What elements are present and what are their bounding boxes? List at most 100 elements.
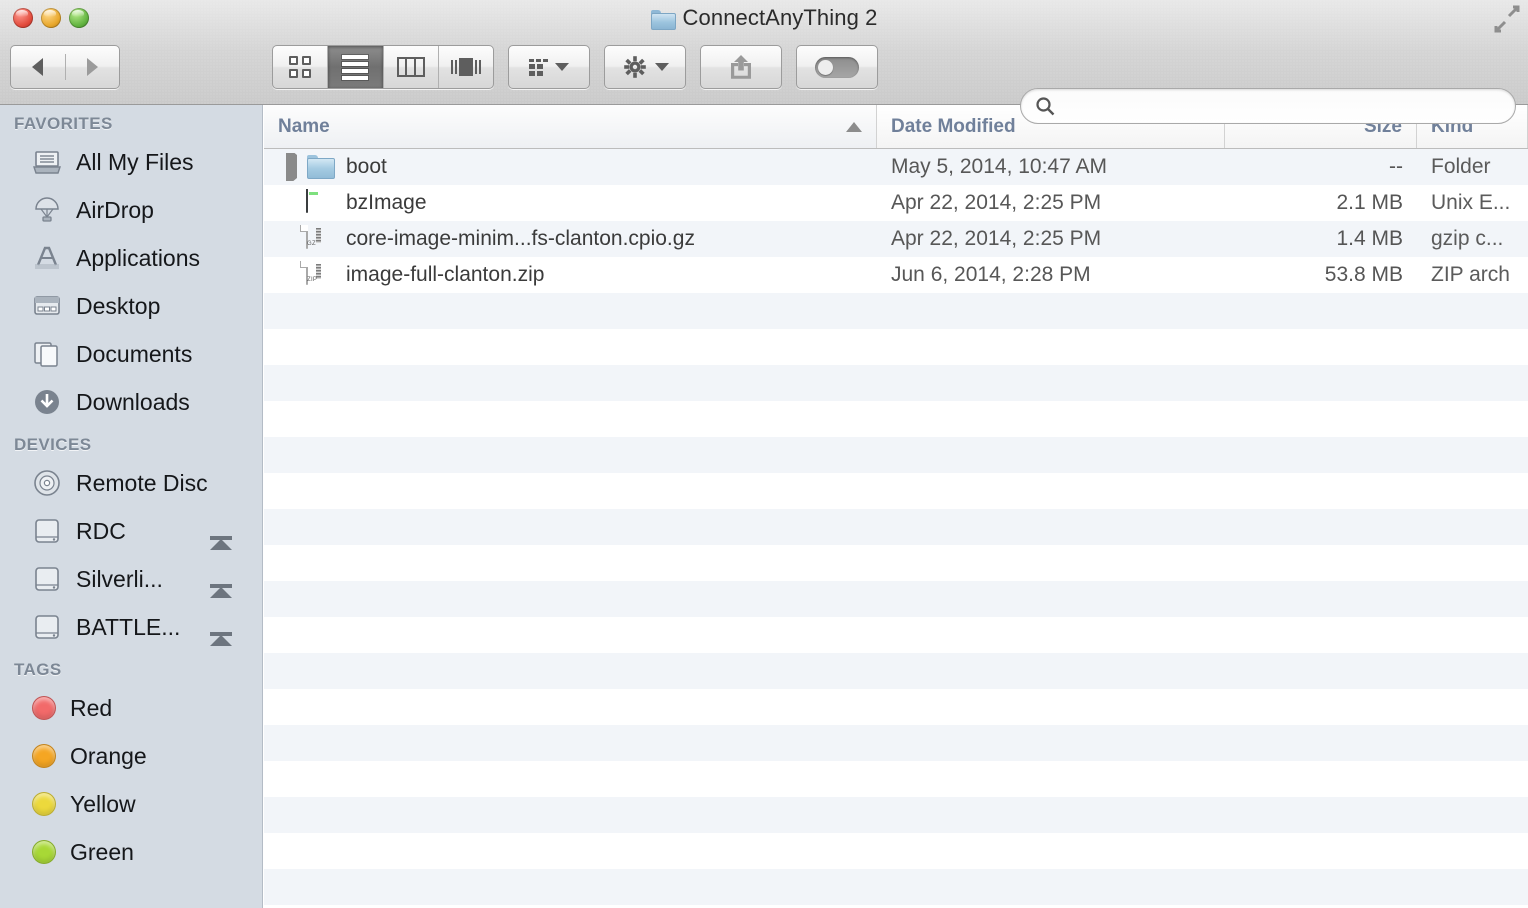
sidebar-item-label: All My Files: [76, 148, 194, 175]
sidebar-item-green[interactable]: Green: [0, 828, 262, 876]
empty-row: [264, 725, 1528, 761]
size-cell: --: [1389, 155, 1403, 178]
sidebar-item-label: Yellow: [70, 790, 136, 817]
sidebar-section-header: FAVORITES: [14, 114, 113, 133]
file-name-cell: GZ core-image-minim...fs-clanton.cpio.gz: [264, 225, 877, 253]
empty-row: [264, 509, 1528, 545]
columns-icon: [396, 57, 425, 77]
sidebar-item-label: Red: [70, 694, 113, 721]
arrange-button[interactable]: [508, 45, 590, 89]
file-name-label: boot: [346, 155, 387, 178]
icon-view-button[interactable]: [273, 46, 329, 88]
search-input[interactable]: [1063, 97, 1501, 115]
kind-cell: gzip c...: [1431, 227, 1504, 250]
sidebar-item-desktop[interactable]: Desktop: [0, 282, 262, 330]
fullscreen-expand-icon[interactable]: [1492, 4, 1522, 34]
sidebar-item-label: BATTLE...: [76, 613, 181, 640]
optical-disc-icon: [32, 468, 62, 498]
back-button[interactable]: [11, 46, 65, 88]
table-row[interactable]: boot May 5, 2014, 10:47 AM -- Folder: [264, 149, 1528, 185]
zip-archive-icon: ZIP: [300, 261, 334, 289]
window-title: ConnectAnyThing 2: [0, 5, 1528, 31]
sidebar-section-header: DEVICES: [14, 435, 92, 454]
search-field[interactable]: [1020, 88, 1516, 124]
list-view-button[interactable]: [328, 46, 384, 88]
chevron-down-icon: [555, 63, 569, 71]
empty-row: [264, 365, 1528, 401]
file-name-label: bzImage: [346, 191, 427, 214]
grid-icon: [289, 56, 312, 78]
sidebar[interactable]: FAVORITES All My Files AirDrop Applications…: [0, 105, 263, 908]
empty-row: [264, 401, 1528, 437]
file-name-cell: boot: [264, 153, 877, 181]
sidebar-item-label: AirDrop: [76, 196, 154, 223]
sidebar-item-label: Remote Disc: [76, 469, 208, 496]
sidebar-item-documents[interactable]: Documents: [0, 330, 262, 378]
sidebar-item-yellow[interactable]: Yellow: [0, 780, 262, 828]
tag-dot-icon: [32, 696, 56, 720]
file-name-label: image-full-clanton.zip: [346, 263, 545, 286]
downloads-icon: [32, 387, 62, 417]
chevron-right-icon: [86, 58, 98, 76]
table-row[interactable]: GZ core-image-minim...fs-clanton.cpio.gz A…: [264, 221, 1528, 257]
sidebar-item-silverli[interactable]: Silverli...: [0, 555, 262, 603]
all-my-files-icon: [32, 147, 62, 177]
kind-cell: Folder: [1431, 155, 1491, 178]
kind-cell: Unix E...: [1431, 191, 1511, 214]
desktop-icon: [32, 291, 62, 321]
empty-row: [264, 545, 1528, 581]
sidebar-item-remote-disc[interactable]: Remote Disc: [0, 459, 262, 507]
edit-tags-button[interactable]: [796, 45, 878, 89]
empty-row: [264, 617, 1528, 653]
airdrop-icon: [32, 195, 62, 225]
sidebar-item-rdc[interactable]: RDC: [0, 507, 262, 555]
sidebar-item-orange[interactable]: Orange: [0, 732, 262, 780]
sidebar-item-label: Desktop: [76, 292, 161, 319]
empty-row: [264, 797, 1528, 833]
empty-row: [264, 437, 1528, 473]
sidebar-item-downloads[interactable]: Downloads: [0, 378, 262, 426]
column-header-name[interactable]: Name: [264, 105, 877, 148]
sidebar-item-airdrop[interactable]: AirDrop: [0, 186, 262, 234]
hard-drive-icon: [32, 564, 62, 594]
hard-drive-icon: [32, 612, 62, 642]
size-cell: 2.1 MB: [1336, 191, 1403, 214]
sidebar-item-applications[interactable]: Applications: [0, 234, 262, 282]
table-row[interactable]: ZIP image-full-clanton.zip Jun 6, 2014, 2:…: [264, 257, 1528, 293]
minimize-button[interactable]: [41, 8, 61, 28]
coverflow-view-button[interactable]: [439, 46, 493, 88]
eject-icon[interactable]: [210, 570, 232, 598]
hard-drive-icon: [32, 516, 62, 546]
date-modified-cell: Apr 22, 2014, 2:25 PM: [891, 191, 1102, 214]
file-name-cell: bzImage: [264, 189, 877, 217]
share-icon: [731, 55, 751, 79]
sort-ascending-icon: [846, 121, 862, 132]
share-button[interactable]: [700, 45, 782, 89]
column-view-button[interactable]: [384, 46, 439, 88]
tag-dot-icon: [32, 792, 56, 816]
gz-archive-icon: GZ: [300, 225, 334, 253]
sidebar-item-battle[interactable]: BATTLE...: [0, 603, 262, 651]
close-button[interactable]: [13, 8, 33, 28]
empty-row: [264, 761, 1528, 797]
forward-button[interactable]: [66, 46, 120, 88]
disclosure-triangle[interactable]: [286, 153, 306, 181]
date-modified-cell: May 5, 2014, 10:47 AM: [891, 155, 1107, 178]
sidebar-item-label: Downloads: [76, 388, 190, 415]
eject-icon[interactable]: [210, 522, 232, 550]
list-icon: [342, 54, 369, 80]
sidebar-item-label: Green: [70, 838, 134, 865]
folder-icon: [306, 153, 335, 181]
zoom-button[interactable]: [69, 8, 89, 28]
sidebar-item-all-my-files[interactable]: All My Files: [0, 138, 262, 186]
column-header-label: Name: [278, 115, 330, 137]
date-modified-cell: Apr 22, 2014, 2:25 PM: [891, 227, 1102, 250]
kind-cell: ZIP arch: [1431, 263, 1510, 286]
action-button[interactable]: [604, 45, 686, 89]
window-controls: [13, 8, 89, 28]
size-cell: 1.4 MB: [1336, 227, 1403, 250]
eject-icon[interactable]: [210, 618, 232, 646]
arrange-icon: [529, 58, 548, 76]
table-row[interactable]: bzImage Apr 22, 2014, 2:25 PM 2.1 MB Unix E…: [264, 185, 1528, 221]
sidebar-item-red[interactable]: Red: [0, 684, 262, 732]
